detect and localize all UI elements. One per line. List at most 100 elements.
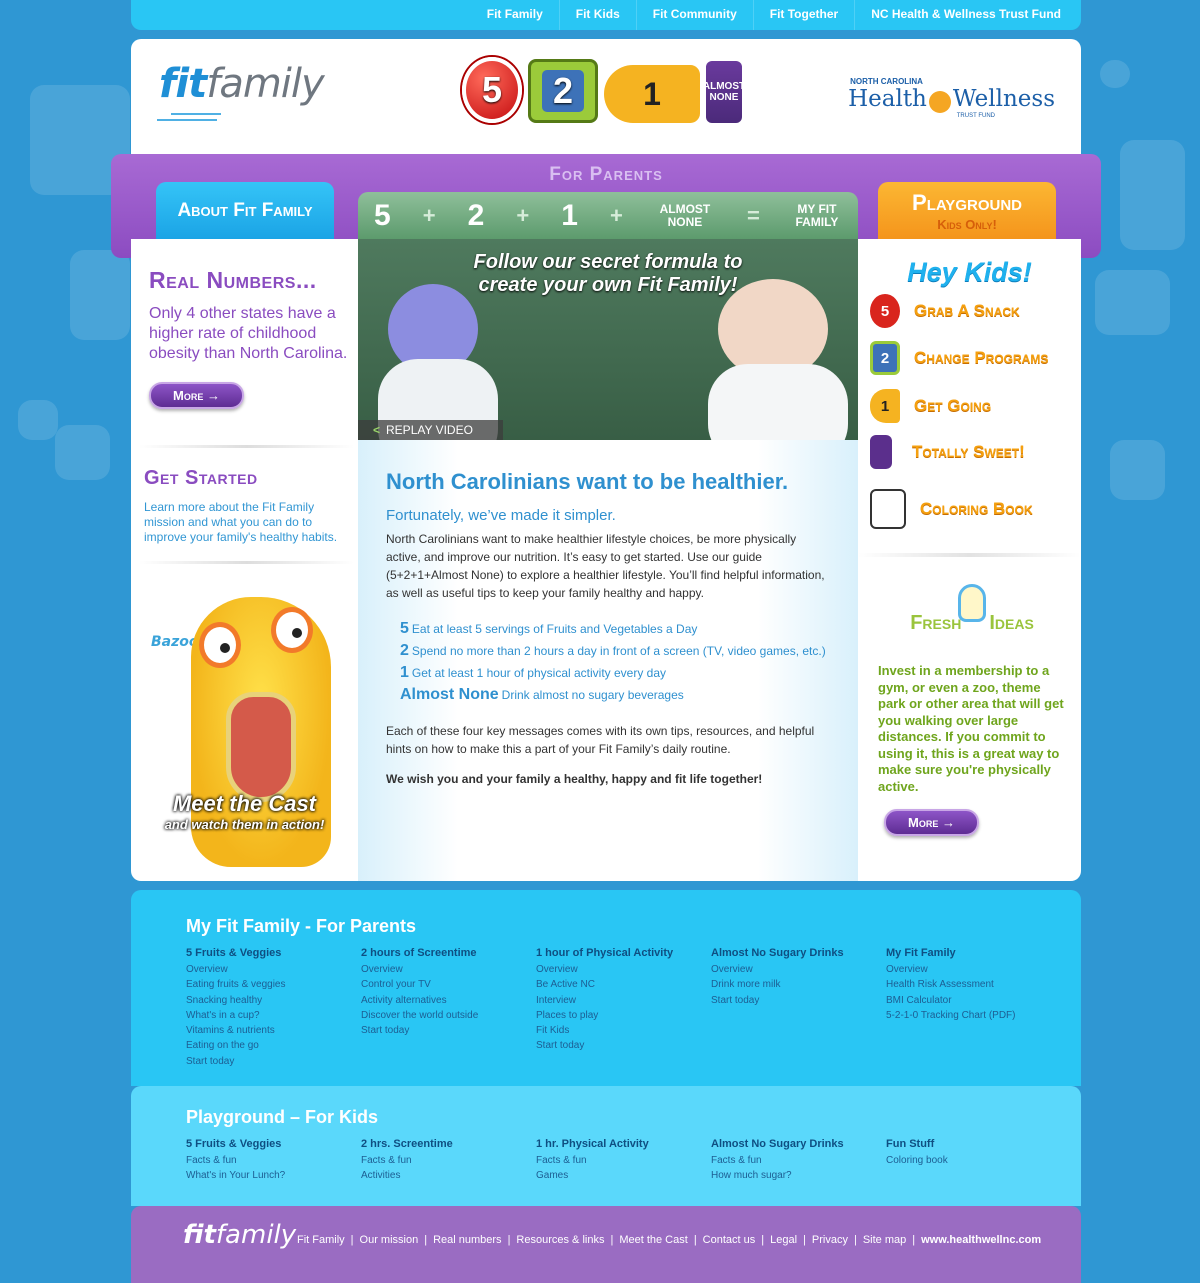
footer-link[interactable]: Contact us	[703, 1234, 756, 1246]
sitemap-link[interactable]: Overview	[186, 962, 361, 977]
sitemap-link[interactable]: Facts & fun	[361, 1153, 536, 1168]
puppet-eye	[271, 607, 313, 653]
sitemap-link[interactable]: How much sugar?	[711, 1168, 886, 1183]
sitemap-column: 5 Fruits & Veggies Overview Eating fruits …	[186, 947, 361, 1069]
meet-the-cast-promo[interactable]: Bazoo Meet the Cast and watch them in ac…	[131, 579, 358, 874]
tab-about-fit-family[interactable]: About Fit Family	[156, 182, 334, 240]
sitemap-link[interactable]: Start today	[536, 1038, 711, 1053]
get-started-box[interactable]: Get Started Learn more about the Fit Fam…	[144, 467, 349, 545]
sitemap-column-title[interactable]: Almost No Sugary Drinks	[711, 947, 886, 959]
footer-link[interactable]: Our mission	[360, 1234, 419, 1246]
sitemap-link[interactable]: BMI Calculator	[886, 993, 1061, 1008]
formula-my-fit-family[interactable]: MY FIT FAMILY	[792, 203, 842, 229]
sitemap-column-title[interactable]: Fun Stuff	[886, 1138, 1061, 1150]
fresh-ideas-more-button[interactable]: More →	[884, 809, 979, 836]
sitemap-link[interactable]: Vitamins & nutrients	[186, 1023, 361, 1038]
sitemap-link[interactable]: Health Risk Assessment	[886, 977, 1061, 992]
sitemap-link[interactable]: Activity alternatives	[361, 993, 536, 1008]
sitemap-column-title[interactable]: 1 hour of Physical Activity	[536, 947, 711, 959]
sitemap-link[interactable]: 5-2-1-0 Tracking Chart (PDF)	[886, 1008, 1061, 1023]
sitemap-link[interactable]: Eating fruits & veggies	[186, 977, 361, 992]
sitemap-link[interactable]: Fit Kids	[536, 1023, 711, 1038]
kids-link-grab-snack[interactable]: 5 Grab A Snack	[870, 294, 1020, 328]
trust-fund-label: TRUST FUND	[956, 112, 995, 119]
footer-link[interactable]: Real numbers	[433, 1234, 501, 1246]
background-decoration	[18, 400, 58, 440]
nav-fit-family[interactable]: Fit Family	[471, 0, 559, 30]
nav-nc-health-trust-fund[interactable]: NC Health & Wellness Trust Fund	[854, 0, 1077, 30]
sitemap-link[interactable]: What's in Your Lunch?	[186, 1168, 361, 1183]
nav-fit-community[interactable]: Fit Community	[635, 0, 753, 30]
formula-item[interactable]: 5 Eat at least 5 servings of Fruits and V…	[400, 618, 831, 640]
sitemap-link[interactable]: Overview	[886, 962, 1061, 977]
footer-link[interactable]: Legal	[770, 1234, 797, 1246]
sitemap-column-title[interactable]: 5 Fruits & Veggies	[186, 947, 361, 959]
real-numbers-more-button[interactable]: More →	[149, 382, 244, 409]
formula-one[interactable]: 1	[561, 199, 578, 233]
kids-link-coloring-book[interactable]: Coloring Book	[870, 489, 1033, 529]
formula-item-key: 2	[400, 642, 409, 659]
kids-link-get-going[interactable]: 1 Get Going	[870, 389, 991, 423]
formula-item[interactable]: 1 Get at least 1 hour of physical activit…	[400, 662, 831, 684]
formula-item[interactable]: 2 Spend no more than 2 hours a day in fro…	[400, 640, 831, 662]
right-column: Hey Kids! 5 Grab A Snack 2 Change Progra…	[858, 239, 1081, 881]
sitemap-link[interactable]: What's in a cup?	[186, 1008, 361, 1023]
sitemap-column-title[interactable]: My Fit Family	[886, 947, 1061, 959]
formula-bar[interactable]: 5 + 2 + 1 + ALMOST NONE = MY FIT FAMILY	[358, 192, 858, 240]
sitemap-link[interactable]: Overview	[361, 962, 536, 977]
nav-fit-together[interactable]: Fit Together	[752, 0, 854, 30]
sitemap-link[interactable]: Facts & fun	[186, 1153, 361, 1168]
footer-link[interactable]: www.healthwellnc.com	[921, 1234, 1041, 1246]
main-content: Real Numbers... Only 4 other states have…	[131, 239, 1081, 881]
sitemap-link[interactable]: Be Active NC	[536, 977, 711, 992]
apple-5-icon: 5	[870, 294, 900, 328]
tab-playground[interactable]: Playground Kids Only!	[878, 182, 1056, 240]
footer-link[interactable]: Site map	[863, 1234, 906, 1246]
sitemap-link[interactable]: Eating on the go	[186, 1038, 361, 1053]
footer-link[interactable]: Meet the Cast	[619, 1234, 687, 1246]
sitemap-link[interactable]: Start today	[186, 1054, 361, 1069]
sitemap-link[interactable]: Overview	[711, 962, 886, 977]
sitemap-link[interactable]: Activities	[361, 1168, 536, 1183]
intro-video[interactable]: Follow our secret formula to create your…	[358, 239, 858, 440]
sitemap-link[interactable]: Overview	[536, 962, 711, 977]
sitemap-link[interactable]: Facts & fun	[711, 1153, 886, 1168]
sitemap-link[interactable]: Games	[536, 1168, 711, 1183]
nc-health-wellness-logo[interactable]: NORTH CAROLINA Health Wellness TRUST FUND	[848, 77, 1055, 119]
sitemap-column-title[interactable]: 2 hrs. Screentime	[361, 1138, 536, 1150]
sitemap-link[interactable]: Coloring book	[886, 1153, 1061, 1168]
sitemap-link[interactable]: Snacking healthy	[186, 993, 361, 1008]
footer-fit-family-logo[interactable]: fitfamily	[183, 1220, 296, 1250]
sitemap-link[interactable]: Drink more milk	[711, 977, 886, 992]
formula-two[interactable]: 2	[468, 199, 485, 233]
formula-almost-none[interactable]: ALMOST NONE	[655, 203, 715, 229]
formula-five[interactable]: 5	[374, 199, 391, 233]
tv-2-icon: 2	[528, 59, 598, 123]
sitemap-column-title[interactable]: Almost No Sugary Drinks	[711, 1138, 886, 1150]
sitemap-link[interactable]: Facts & fun	[536, 1153, 711, 1168]
sitemap-link[interactable]: Places to play	[536, 1008, 711, 1023]
sitemap-link[interactable]: Discover the world outside	[361, 1008, 536, 1023]
formula-item[interactable]: Almost None Drink almost no sugary bevera…	[400, 684, 831, 706]
link-separator: |	[424, 1234, 428, 1246]
kids-link-totally-sweet[interactable]: Totally Sweet!	[870, 435, 1025, 469]
replay-video-button[interactable]: < REPLAY VIDEO	[358, 420, 503, 440]
sitemap-link[interactable]: Start today	[361, 1023, 536, 1038]
sitemap-link[interactable]: Start today	[711, 993, 886, 1008]
sitemap-link[interactable]: Control your TV	[361, 977, 536, 992]
sitemap-column-title[interactable]: 2 hours of Screentime	[361, 947, 536, 959]
article-subtitle: Fortunately, we’ve made it simpler.	[386, 507, 616, 524]
formula-item-text: Spend no more than 2 hours a day in fron…	[411, 644, 826, 658]
formula-item-key: 5	[400, 620, 409, 637]
footer-link[interactable]: Privacy	[812, 1234, 848, 1246]
sitemap-column-title[interactable]: 5 Fruits & Veggies	[186, 1138, 361, 1150]
fit-family-logo[interactable]: fitfamily	[159, 61, 325, 107]
sitemap-column-title[interactable]: 1 hr. Physical Activity	[536, 1138, 711, 1150]
kids-link-change-programs[interactable]: 2 Change Programs	[870, 341, 1048, 375]
get-started-title[interactable]: Get Started	[144, 467, 349, 490]
sitemap-link[interactable]: Interview	[536, 993, 711, 1008]
footer-link[interactable]: Fit Family	[297, 1234, 345, 1246]
footer-link[interactable]: Resources & links	[516, 1234, 604, 1246]
sitemap-column: Almost No Sugary Drinks Overview Drink mor…	[711, 947, 886, 1069]
nav-fit-kids[interactable]: Fit Kids	[558, 0, 636, 30]
